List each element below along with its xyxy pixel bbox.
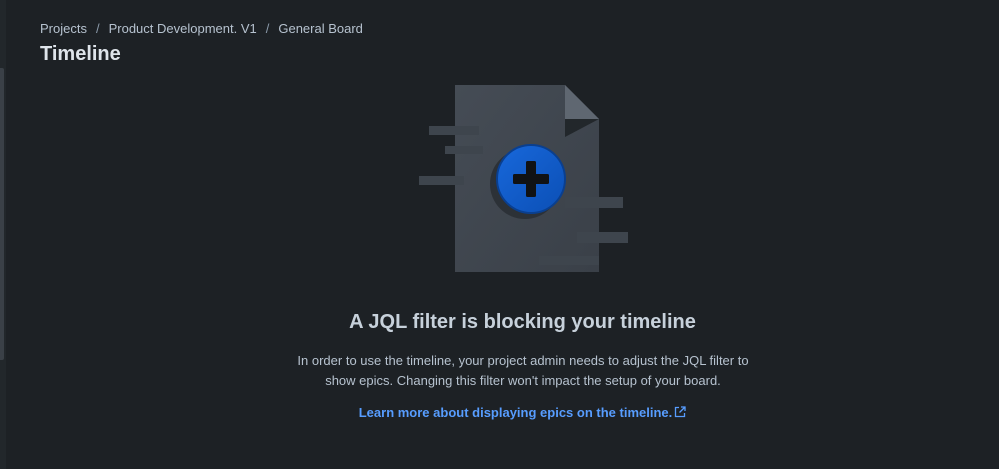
breadcrumb-item-projects[interactable]: Projects [40,20,87,38]
learn-more-link-label[interactable]: Learn more about displaying epics on the… [359,405,673,420]
external-link-icon [674,404,686,424]
breadcrumb-separator: / [265,21,270,36]
breadcrumb-item-board[interactable]: General Board [278,20,363,38]
timeline-page: Projects / Product Development. V1 / Gen… [0,0,999,469]
page-title: Timeline [40,43,121,65]
empty-state-description: In order to use the timeline, your proje… [297,353,749,388]
breadcrumb-separator: / [95,21,100,36]
breadcrumb-item-project[interactable]: Product Development. V1 [109,20,257,38]
empty-state-heading: A JQL filter is blocking your timeline [349,311,696,333]
document-plus-icon [415,82,635,277]
learn-more-link[interactable]: Learn more about displaying epics on the… [0,403,999,424]
left-scrollbar[interactable] [0,0,6,469]
breadcrumb: Projects / Product Development. V1 / Gen… [40,20,363,38]
